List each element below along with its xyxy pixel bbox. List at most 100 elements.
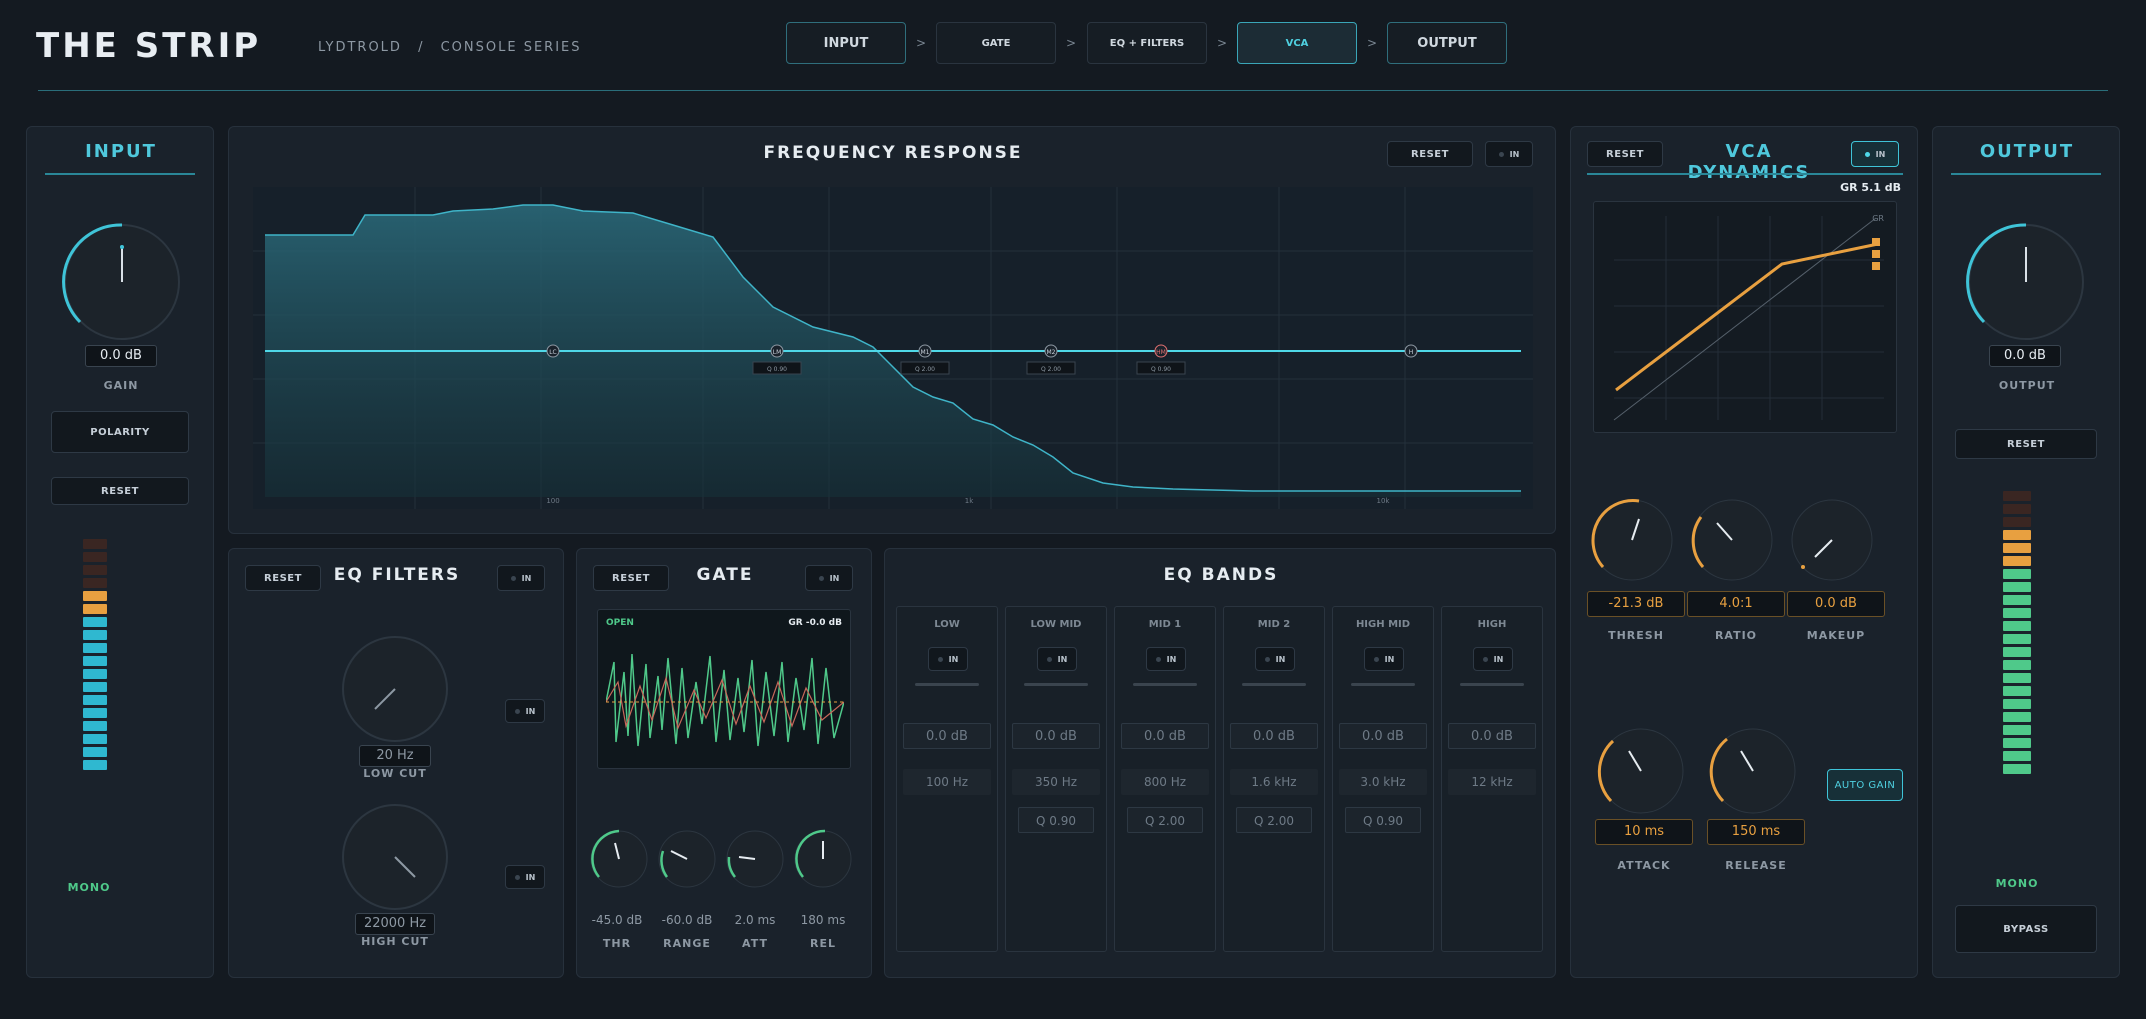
- meter-segment: [83, 630, 107, 640]
- band-freq[interactable]: 800 Hz: [1121, 769, 1209, 795]
- output-value[interactable]: 0.0 dB: [1989, 345, 2061, 367]
- attack-value[interactable]: 10 ms: [1595, 819, 1693, 845]
- in-label: IN: [1875, 149, 1886, 159]
- input-mono-label: MONO: [67, 881, 111, 894]
- nav-vca[interactable]: VCA: [1237, 22, 1357, 64]
- gate-scope: OPEN GR -0.0 dB: [597, 609, 851, 769]
- band-in-toggle[interactable]: IN: [1364, 647, 1404, 671]
- output-title: OUTPUT: [1979, 141, 2075, 162]
- att-knob[interactable]: [723, 827, 787, 891]
- band-in-toggle[interactable]: IN: [1037, 647, 1077, 671]
- vca-reset-button[interactable]: RESET: [1587, 141, 1663, 167]
- meter-segment: [2003, 634, 2031, 644]
- meter-segment: [83, 539, 107, 549]
- ratio-value[interactable]: 4.0:1: [1687, 591, 1785, 617]
- makeup-knob[interactable]: [1787, 495, 1877, 585]
- band-gain[interactable]: 0.0 dB: [1448, 723, 1536, 749]
- meter-segment: [83, 643, 107, 653]
- band-in-toggle[interactable]: IN: [1255, 647, 1295, 671]
- band-in-toggle[interactable]: IN: [1473, 647, 1513, 671]
- high-cut-value[interactable]: 22000 Hz: [355, 913, 435, 935]
- band-q[interactable]: Q 2.00: [1127, 807, 1203, 833]
- band-q[interactable]: Q 0.90: [1345, 807, 1421, 833]
- low-cut-value[interactable]: 20 Hz: [359, 745, 431, 767]
- freq-reset-button[interactable]: RESET: [1387, 141, 1473, 167]
- auto-gain-button[interactable]: AUTO GAIN: [1827, 769, 1903, 801]
- attack-knob[interactable]: [1593, 723, 1689, 819]
- gate-in-toggle[interactable]: IN: [805, 565, 853, 591]
- meter-segment: [2003, 647, 2031, 657]
- release-knob[interactable]: [1705, 723, 1801, 819]
- att-value[interactable]: 2.0 ms: [723, 913, 787, 927]
- band-gain[interactable]: 0.0 dB: [1339, 723, 1427, 749]
- meter-segment: [83, 552, 107, 562]
- thresh-knob[interactable]: [1587, 495, 1677, 585]
- makeup-value[interactable]: 0.0 dB: [1787, 591, 1885, 617]
- band-in-toggle[interactable]: IN: [1146, 647, 1186, 671]
- band-freq[interactable]: 1.6 kHz: [1230, 769, 1318, 795]
- thresh-value[interactable]: -21.3 dB: [1587, 591, 1685, 617]
- ratio-knob[interactable]: [1687, 495, 1777, 585]
- low-cut-knob[interactable]: [337, 631, 453, 747]
- meter-segment: [2003, 764, 2031, 774]
- nav-input[interactable]: INPUT: [786, 22, 906, 64]
- high-cut-in-toggle[interactable]: IN: [505, 865, 545, 889]
- band-gain-slider[interactable]: [1460, 683, 1524, 686]
- band-gain[interactable]: 0.0 dB: [903, 723, 991, 749]
- low-cut-in-toggle[interactable]: IN: [505, 699, 545, 723]
- polarity-button[interactable]: POLARITY: [51, 411, 189, 453]
- band-gain-slider[interactable]: [1351, 683, 1415, 686]
- filters-reset-button[interactable]: RESET: [245, 565, 321, 591]
- gate-title: GATE: [696, 565, 754, 585]
- gain-knob[interactable]: [57, 217, 187, 347]
- in-label: IN: [948, 654, 959, 664]
- rel-knob[interactable]: [791, 827, 855, 891]
- low-cut-label: LOW CUT: [363, 767, 427, 780]
- band-in-toggle[interactable]: IN: [928, 647, 968, 671]
- gain-value[interactable]: 0.0 dB: [85, 345, 157, 367]
- bypass-button[interactable]: BYPASS: [1955, 905, 2097, 953]
- band-freq[interactable]: 3.0 kHz: [1339, 769, 1427, 795]
- rel-value[interactable]: 180 ms: [791, 913, 855, 927]
- thr-knob[interactable]: [587, 827, 651, 891]
- output-meter: [2003, 491, 2031, 774]
- brand-sep: /: [418, 40, 425, 55]
- output-panel: OUTPUT 0.0 dB OUTPUT RESET MONO BYPASS: [1932, 126, 2120, 978]
- output-reset-button[interactable]: RESET: [1955, 429, 2097, 459]
- release-value[interactable]: 150 ms: [1707, 819, 1805, 845]
- led-icon: [1373, 656, 1379, 662]
- band-q[interactable]: Q 2.00: [1236, 807, 1312, 833]
- freq-in-toggle[interactable]: IN: [1485, 141, 1533, 167]
- band-gain-slider[interactable]: [915, 683, 979, 686]
- range-value[interactable]: -60.0 dB: [653, 913, 721, 927]
- band-gain[interactable]: 0.0 dB: [1230, 723, 1318, 749]
- band-freq[interactable]: 12 kHz: [1448, 769, 1536, 795]
- in-label: IN: [1384, 654, 1395, 664]
- band-gain-slider[interactable]: [1024, 683, 1088, 686]
- band-freq[interactable]: 350 Hz: [1012, 769, 1100, 795]
- band-gain[interactable]: 0.0 dB: [1121, 723, 1209, 749]
- band-gain[interactable]: 0.0 dB: [1012, 723, 1100, 749]
- band-q[interactable]: Q 0.90: [1018, 807, 1094, 833]
- filters-in-toggle[interactable]: IN: [497, 565, 545, 591]
- thr-value[interactable]: -45.0 dB: [583, 913, 651, 927]
- gate-reset-button[interactable]: RESET: [593, 565, 669, 591]
- input-reset-button[interactable]: RESET: [51, 477, 189, 505]
- band-gain-slider[interactable]: [1242, 683, 1306, 686]
- vca-in-toggle[interactable]: IN: [1851, 141, 1899, 167]
- meter-segment: [83, 656, 107, 666]
- meter-segment: [83, 708, 107, 718]
- high-cut-knob[interactable]: [337, 799, 453, 915]
- nav-output[interactable]: OUTPUT: [1387, 22, 1507, 64]
- output-knob[interactable]: [1961, 217, 2091, 347]
- led-icon: [818, 575, 824, 581]
- nav-gate[interactable]: GATE: [936, 22, 1056, 64]
- nav-eq-filters[interactable]: EQ + FILTERS: [1087, 22, 1207, 64]
- eq-band-2: LOW MID IN 0.0 dB 350 Hz Q 0.90: [1005, 606, 1107, 952]
- range-knob[interactable]: [655, 827, 719, 891]
- band-freq[interactable]: 100 Hz: [903, 769, 991, 795]
- header-divider: [38, 90, 2108, 91]
- vca-underline: [1587, 173, 1903, 175]
- band-gain-slider[interactable]: [1133, 683, 1197, 686]
- gain-label: GAIN: [103, 379, 139, 392]
